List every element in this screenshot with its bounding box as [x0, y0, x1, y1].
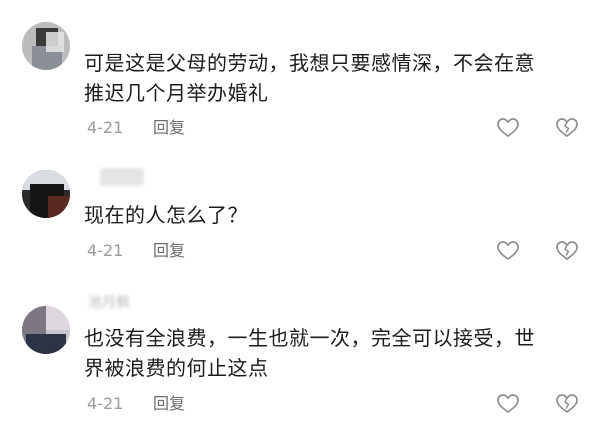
username[interactable]	[100, 168, 144, 186]
comment-item: 现在的人怎么了？ 4-21 回复	[0, 150, 600, 290]
comment-item: 池月枫 也没有全浪费，一生也就一次，完全可以接受，世 界被浪费的何止这点 4-2…	[0, 290, 600, 435]
user-avatar[interactable]	[22, 22, 70, 70]
broken-heart-outline-icon[interactable]	[556, 118, 578, 138]
comment-text: 现在的人怎么了？	[84, 200, 584, 230]
comment-item: 可是这是父母的劳动，我想只要感情深，不会在意 推迟几个月举办婚礼 4-21 回复	[0, 0, 600, 150]
reply-button[interactable]: 回复	[153, 394, 185, 414]
comment-date: 4-21	[87, 241, 124, 260]
user-avatar[interactable]	[22, 170, 70, 218]
broken-heart-outline-icon[interactable]	[556, 394, 578, 414]
username[interactable]	[84, 22, 174, 40]
reply-button[interactable]: 回复	[153, 241, 185, 261]
comment-text: 也没有全浪费，一生也就一次，完全可以接受，世 界被浪费的何止这点	[84, 323, 584, 383]
user-avatar[interactable]	[22, 306, 70, 354]
heart-outline-icon[interactable]	[497, 394, 519, 414]
comment-text-line: 界被浪费的何止这点	[84, 356, 269, 380]
comment-text-line: 推迟几个月举办婚礼	[84, 81, 269, 105]
reply-button[interactable]: 回复	[153, 118, 185, 138]
broken-heart-outline-icon[interactable]	[556, 241, 578, 261]
comment-text-line: 现在的人怎么了？	[84, 203, 248, 227]
comment-text: 可是这是父母的劳动，我想只要感情深，不会在意 推迟几个月举办婚礼	[84, 48, 584, 108]
comment-date: 4-21	[87, 118, 124, 137]
username[interactable]: 池月枫	[88, 294, 158, 312]
heart-outline-icon[interactable]	[497, 118, 519, 138]
comment-text-line: 可是这是父母的劳动，我想只要感情深，不会在意	[84, 51, 535, 75]
comment-text-line: 也没有全浪费，一生也就一次，完全可以接受，世	[84, 326, 535, 350]
heart-outline-icon[interactable]	[497, 241, 519, 261]
comment-date: 4-21	[87, 394, 124, 413]
